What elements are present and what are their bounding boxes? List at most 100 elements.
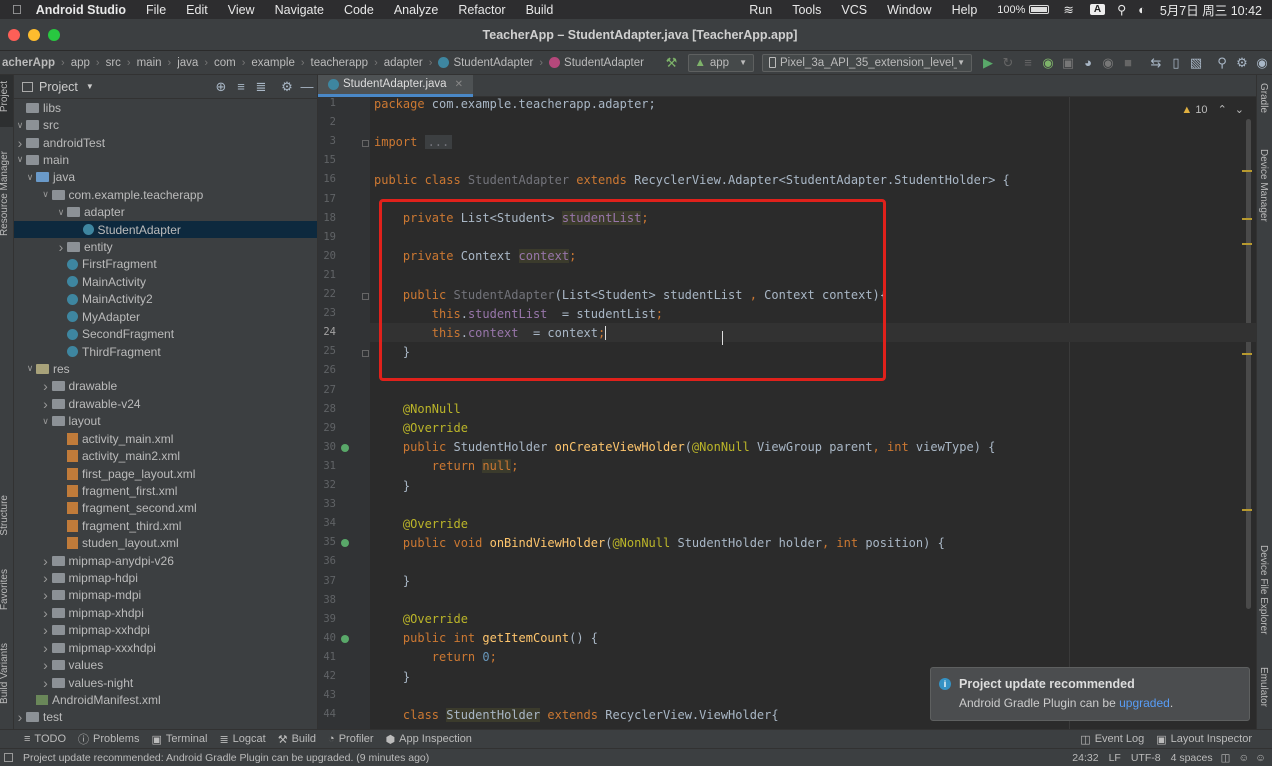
menu-edit[interactable]: Edit [186, 3, 208, 17]
tool-problems[interactable]: ⓘ Problems [78, 731, 139, 747]
code-line[interactable]: private List<Student> studentList; [374, 209, 649, 228]
control-center-icon[interactable]: ◐ [1138, 3, 1146, 17]
sync-gradle-icon[interactable]: ⇆ [1146, 53, 1166, 73]
profiler-icon[interactable]: ◕ [1078, 53, 1098, 73]
chevron-down-icon[interactable]: ⌄ [1235, 103, 1244, 116]
tree-item[interactable]: SecondFragment [14, 325, 317, 342]
breadcrumb-item[interactable]: app [71, 57, 90, 69]
chevron-right-icon[interactable]: › [40, 622, 52, 638]
tree-item[interactable]: ∨ com.example.teacherapp [14, 186, 317, 203]
code-line[interactable]: package com.example.teacherapp.adapter; [374, 97, 656, 113]
menu-window[interactable]: Window [887, 3, 931, 17]
override-marker-icon[interactable] [341, 634, 349, 643]
warning-stripe-mark[interactable] [1242, 509, 1252, 511]
status-toggle-icon[interactable] [4, 753, 13, 762]
tool-build[interactable]: ⚒ Build [278, 733, 316, 746]
collapse-all-icon[interactable]: ≣ [251, 77, 271, 97]
attach-debugger-icon[interactable]: ▣ [1058, 53, 1078, 73]
warning-stripe-mark[interactable] [1242, 243, 1252, 245]
menu-navigate[interactable]: Navigate [275, 3, 324, 17]
breadcrumb-item[interactable]: main [137, 57, 162, 69]
tool-logcat[interactable]: ≣ Logcat [219, 733, 265, 746]
code-editor[interactable]: ▲ 10 ⌃ ⌄ package com.example.teacherapp.… [370, 97, 1256, 729]
menu-file[interactable]: File [146, 3, 166, 17]
warning-stripe-mark[interactable] [1242, 218, 1252, 220]
indent-setting[interactable]: 4 spaces [1171, 752, 1213, 764]
tool-window-project[interactable]: Project [0, 81, 10, 112]
search-icon[interactable]: ⚲ [1117, 2, 1126, 17]
settings-gear-icon[interactable]: ⚙ [1232, 53, 1252, 73]
menu-vcs[interactable]: VCS [841, 3, 867, 17]
code-line[interactable]: return null; [374, 457, 519, 476]
rerun-icon[interactable]: ↻ [998, 53, 1018, 73]
tool-app-inspection[interactable]: ⬢ App Inspection [386, 733, 472, 746]
code-line[interactable]: import ... [374, 132, 453, 151]
tree-item[interactable]: ∨ res [14, 360, 317, 377]
tree-item[interactable]: MyAdapter [14, 308, 317, 325]
tool-window-resource-manager[interactable]: Resource Manager [0, 151, 10, 236]
tree-item[interactable]: › entity [14, 238, 317, 255]
tree-item[interactable]: ∨ java [14, 169, 317, 186]
breadcrumb-item[interactable]: com [214, 57, 236, 69]
chevron-down-icon[interactable]: ∨ [24, 172, 36, 183]
breadcrumb-item[interactable]: adapter [384, 57, 423, 69]
code-line[interactable]: } [374, 476, 410, 495]
code-line[interactable]: @Override [374, 419, 468, 438]
hide-panel-icon[interactable]: — [297, 77, 317, 97]
fold-icon[interactable] [362, 140, 369, 148]
close-window-button[interactable] [8, 28, 20, 41]
breadcrumb-item[interactable]: acherApp [2, 57, 55, 69]
status-message[interactable]: Project update recommended: Android Grad… [23, 752, 429, 764]
inspection-widget[interactable]: ▲ 10 ⌃ ⌄ [1181, 103, 1244, 117]
tab-student-adapter[interactable]: StudentAdapter.java ✕ [318, 74, 473, 97]
breadcrumb-item[interactable]: StudentAdapter [453, 57, 533, 69]
tree-item[interactable]: fragment_third.xml [14, 517, 317, 534]
fold-icon[interactable] [362, 350, 369, 358]
apply-changes-icon[interactable]: ≡ [1018, 53, 1038, 73]
code-line[interactable]: public int getItemCount() { [374, 629, 598, 648]
locate-file-icon[interactable]: ⊕ [211, 77, 231, 97]
options-gear-icon[interactable]: ⚙ [277, 77, 297, 97]
caret-position[interactable]: 24:32 [1072, 752, 1098, 764]
chevron-right-icon[interactable]: › [40, 605, 52, 621]
chevron-right-icon[interactable]: › [40, 396, 52, 412]
tool-window-favorites[interactable]: Favorites [0, 569, 10, 610]
chevron-down-icon[interactable]: ∨ [40, 416, 52, 427]
file-encoding[interactable]: UTF-8 [1131, 752, 1161, 764]
sdk-manager-icon[interactable]: ▧ [1186, 53, 1206, 73]
breadcrumb-item[interactable]: teacherapp [311, 57, 369, 69]
device-manager-icon[interactable]: ▯ [1166, 53, 1186, 73]
code-line[interactable]: class StudentHolder extends RecyclerView… [374, 705, 779, 724]
clock[interactable]: 5月7日 周三 10:42 [1160, 0, 1262, 19]
tree-item[interactable]: activity_main.xml [14, 430, 317, 447]
device-select[interactable]: Pixel_3a_API_35_extension_level_13_a ▼ [762, 53, 972, 72]
tool-window-device-file-explorer[interactable]: Device File Explorer [1258, 545, 1269, 634]
chevron-down-icon[interactable]: ∨ [40, 189, 52, 200]
chevron-down-icon[interactable]: ∨ [14, 154, 26, 165]
wifi-icon[interactable]: ≋ [1063, 2, 1073, 17]
chevron-right-icon[interactable]: › [14, 135, 26, 151]
menu-help[interactable]: Help [952, 3, 978, 17]
chevron-right-icon[interactable]: › [40, 657, 52, 673]
code-line[interactable]: } [374, 572, 410, 591]
lock-icon[interactable]: ◫ [1221, 752, 1231, 764]
menu-code[interactable]: Code [344, 3, 374, 17]
tree-item[interactable]: ∨ adapter [14, 204, 317, 221]
run-icon[interactable]: ▶ [978, 53, 998, 73]
hammer-build-icon[interactable]: ⚒ [662, 53, 682, 73]
tree-item[interactable]: ThirdFragment [14, 343, 317, 360]
tree-item[interactable]: ∨ src [14, 116, 317, 133]
code-line[interactable]: private Context context; [374, 247, 576, 266]
menu-run[interactable]: Run [749, 3, 772, 17]
tree-item[interactable]: › values [14, 656, 317, 673]
fold-icon[interactable] [362, 293, 369, 300]
chevron-right-icon[interactable]: › [40, 587, 52, 603]
tool-window-device-manager[interactable]: Device Manager [1258, 149, 1269, 222]
tree-item[interactable]: › androidTest [14, 134, 317, 151]
tree-item[interactable]: › drawable-v24 [14, 395, 317, 412]
menu-tools[interactable]: Tools [792, 3, 821, 17]
tool-profiler[interactable]: ◔ Profiler [328, 733, 374, 745]
tree-item[interactable]: activity_main2.xml [14, 447, 317, 464]
code-line[interactable]: @Override [374, 610, 468, 629]
override-marker-icon[interactable] [341, 539, 349, 548]
